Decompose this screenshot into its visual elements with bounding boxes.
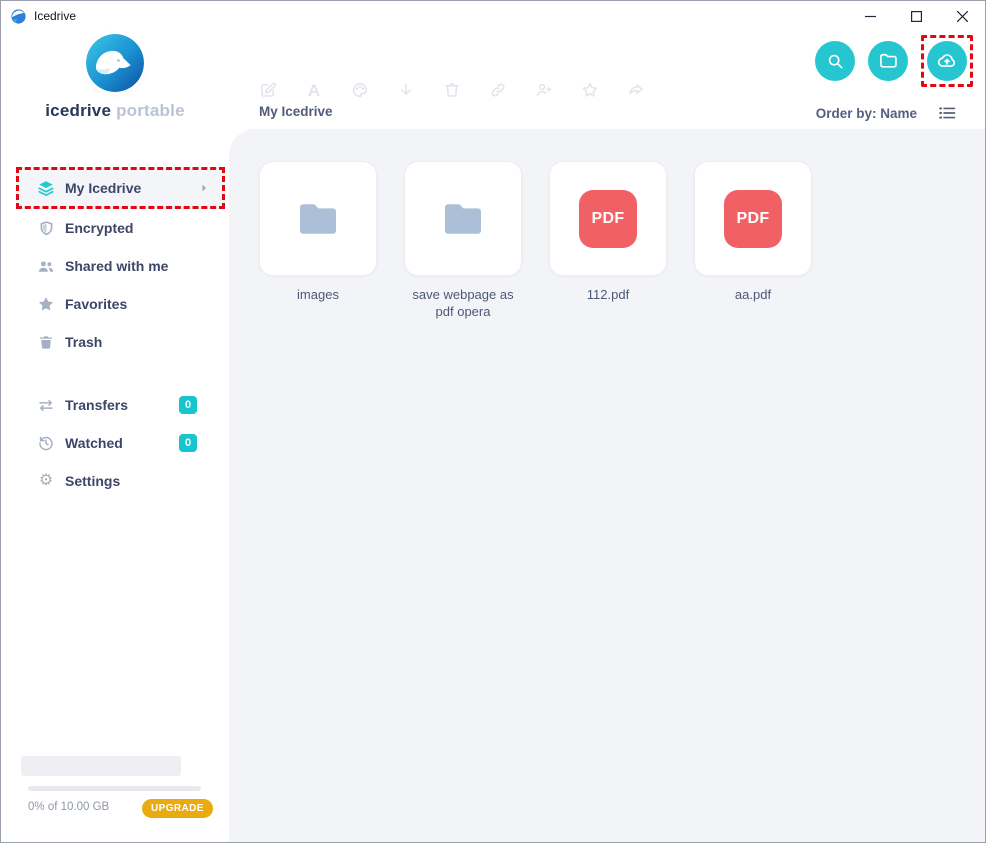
sidebar-item-label: My Icedrive xyxy=(65,180,142,196)
share-icon[interactable] xyxy=(627,81,645,99)
sidebar-item-shared-with-me[interactable]: Shared with me xyxy=(16,247,225,285)
sidebar-item-encrypted[interactable]: Encrypted xyxy=(16,209,225,247)
users-icon xyxy=(37,257,55,275)
palette-icon[interactable] xyxy=(351,81,369,99)
file-card[interactable] xyxy=(259,161,377,276)
upload-annotation-box xyxy=(921,35,973,87)
sidebar-item-label: Watched xyxy=(65,435,123,451)
icedrive-window: Icedrive icedrive portable My Icedrive E… xyxy=(0,0,986,843)
pdf-icon: PDF xyxy=(579,189,637,248)
edit-icon[interactable] xyxy=(259,81,277,99)
file-grid: images save webpage as pdf opera PDF 112… xyxy=(259,161,985,321)
titlebar: Icedrive xyxy=(1,1,985,31)
upgrade-button[interactable]: UPGRADE xyxy=(142,799,213,818)
pdf-icon: PDF xyxy=(724,189,782,248)
file-item-folder[interactable]: save webpage as pdf opera xyxy=(404,161,522,321)
sidebar-item-label: Favorites xyxy=(65,296,128,312)
layers-icon xyxy=(37,179,55,197)
link-icon[interactable] xyxy=(489,81,507,99)
minimize-button[interactable] xyxy=(847,1,893,31)
search-button[interactable] xyxy=(815,41,855,81)
sidebar-item-trash[interactable]: Trash xyxy=(16,323,225,361)
list-view-icon[interactable] xyxy=(937,103,957,123)
sidebar-item-label: Transfers xyxy=(65,397,129,413)
shield-icon xyxy=(37,219,55,237)
file-browser-content: images save webpage as pdf opera PDF 112… xyxy=(229,129,985,842)
storage-usage-text: 0% of 10.00 GB xyxy=(28,801,110,813)
maximize-button[interactable] xyxy=(893,1,939,31)
transfers-icon xyxy=(37,396,55,414)
sidebar-item-transfers[interactable]: Transfers 0 xyxy=(16,386,225,424)
storage-user-placeholder xyxy=(21,756,181,776)
transfers-count-badge: 0 xyxy=(179,396,197,414)
sidebar-item-my-icedrive[interactable]: My Icedrive xyxy=(16,167,225,209)
rename-icon[interactable]: A xyxy=(305,81,323,99)
order-by-control: Order by: Name xyxy=(816,103,957,123)
icedrive-logo xyxy=(86,34,144,92)
file-item-pdf[interactable]: PDF 112.pdf xyxy=(549,161,667,304)
brand-wordmark: icedrive portable xyxy=(45,101,185,120)
window-title: Icedrive xyxy=(34,9,77,23)
file-item-folder[interactable]: images xyxy=(259,161,377,304)
file-card[interactable]: PDF xyxy=(694,161,812,276)
file-name: save webpage as pdf opera xyxy=(412,287,514,319)
favorite-icon[interactable] xyxy=(581,81,599,99)
sidebar-item-label: Shared with me xyxy=(65,258,169,274)
star-icon xyxy=(37,295,55,313)
add-user-icon[interactable] xyxy=(535,81,553,99)
chevron-right-icon xyxy=(198,182,210,194)
storage-progress-bar xyxy=(28,786,201,791)
folder-icon xyxy=(300,203,336,234)
file-name: aa.pdf xyxy=(734,287,772,302)
new-folder-button[interactable] xyxy=(868,41,908,81)
file-name: images xyxy=(297,287,339,302)
sidebar-item-favorites[interactable]: Favorites xyxy=(16,285,225,323)
sidebar-nav: My Icedrive Encrypted Shared with me Fav… xyxy=(1,167,229,500)
download-icon[interactable] xyxy=(397,81,415,99)
close-button[interactable] xyxy=(939,1,985,31)
watched-count-badge: 0 xyxy=(179,434,197,452)
primary-actions xyxy=(815,35,973,87)
icedrive-logo-icon xyxy=(10,8,27,25)
window-controls xyxy=(847,1,985,31)
sidebar-item-label: Encrypted xyxy=(65,220,134,236)
delete-icon[interactable] xyxy=(443,81,461,99)
sidebar-item-label: Settings xyxy=(65,473,121,489)
file-actions-toolbar: A xyxy=(259,81,645,99)
gear-icon: ⚙ xyxy=(38,472,54,489)
folder-icon xyxy=(445,203,481,234)
history-icon xyxy=(37,434,55,452)
order-by-label[interactable]: Order by: Name xyxy=(816,106,917,121)
sidebar: icedrive portable My Icedrive Encrypted … xyxy=(1,31,229,842)
sidebar-item-label: Trash xyxy=(65,334,103,350)
main-panel: A My Icedrive Order by: Name images save… xyxy=(229,31,985,842)
sidebar-item-settings[interactable]: ⚙ Settings xyxy=(16,462,225,500)
sidebar-item-watched[interactable]: Watched 0 xyxy=(16,424,225,462)
upload-button[interactable] xyxy=(927,41,967,81)
breadcrumb[interactable]: My Icedrive xyxy=(259,104,333,119)
trash-icon xyxy=(37,333,55,351)
file-name: 112.pdf xyxy=(586,287,630,302)
nav-divider-gap xyxy=(1,361,229,386)
file-card[interactable] xyxy=(404,161,522,276)
file-card[interactable]: PDF xyxy=(549,161,667,276)
file-item-pdf[interactable]: PDF aa.pdf xyxy=(694,161,812,304)
